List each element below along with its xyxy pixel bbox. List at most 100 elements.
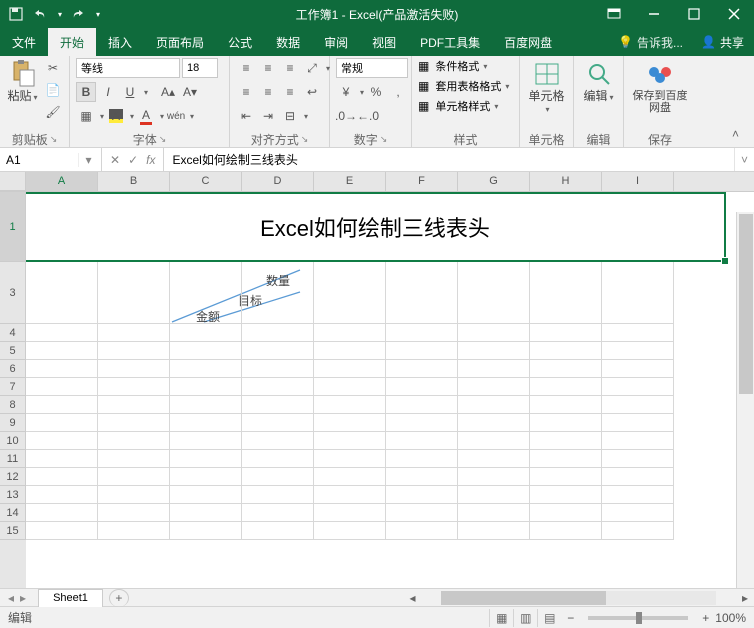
- cell[interactable]: [530, 324, 602, 342]
- normal-view-icon[interactable]: ▦: [489, 609, 513, 627]
- cell[interactable]: [458, 504, 530, 522]
- cell[interactable]: [170, 262, 242, 324]
- vertical-scrollbar[interactable]: [736, 212, 754, 588]
- share-button[interactable]: 👤共享: [691, 28, 754, 56]
- maximize-icon[interactable]: [674, 0, 714, 28]
- align-launcher[interactable]: ↘: [301, 134, 309, 145]
- cell[interactable]: [602, 360, 674, 378]
- cell[interactable]: [386, 324, 458, 342]
- col-header-A[interactable]: A: [26, 172, 98, 191]
- collapse-ribbon-icon[interactable]: ˄: [732, 127, 748, 143]
- tab-review[interactable]: 审阅: [312, 28, 360, 56]
- cell[interactable]: [386, 486, 458, 504]
- cell[interactable]: [602, 504, 674, 522]
- number-launcher[interactable]: ↘: [380, 134, 388, 145]
- cell[interactable]: [98, 360, 170, 378]
- cell[interactable]: [98, 378, 170, 396]
- tell-me[interactable]: 💡告诉我...: [610, 28, 691, 56]
- cell[interactable]: [314, 342, 386, 360]
- cell[interactable]: [458, 414, 530, 432]
- cell[interactable]: [170, 450, 242, 468]
- sheet-nav-last-icon[interactable]: ▸: [20, 591, 26, 605]
- cell[interactable]: [602, 450, 674, 468]
- cell[interactable]: [458, 324, 530, 342]
- cell[interactable]: [170, 360, 242, 378]
- tab-data[interactable]: 数据: [264, 28, 312, 56]
- tab-home[interactable]: 开始: [48, 28, 96, 56]
- cell[interactable]: [26, 414, 98, 432]
- cell[interactable]: [314, 450, 386, 468]
- col-header-E[interactable]: E: [314, 172, 386, 191]
- cell[interactable]: [458, 342, 530, 360]
- row-header-13[interactable]: 13: [0, 486, 26, 504]
- row-header-5[interactable]: 5: [0, 342, 26, 360]
- currency-icon[interactable]: ¥: [336, 82, 356, 102]
- number-format-combo[interactable]: [336, 58, 408, 78]
- cell[interactable]: [314, 468, 386, 486]
- page-layout-view-icon[interactable]: ▥: [513, 609, 537, 627]
- cancel-icon[interactable]: ✕: [110, 153, 120, 167]
- cell[interactable]: [26, 396, 98, 414]
- cell[interactable]: [242, 432, 314, 450]
- comma-icon[interactable]: ,: [388, 82, 408, 102]
- font-color-button[interactable]: A: [136, 106, 156, 126]
- cell[interactable]: [386, 262, 458, 324]
- hscroll-thumb[interactable]: [441, 591, 606, 605]
- sheet-tab[interactable]: Sheet1: [38, 589, 103, 607]
- cell[interactable]: [602, 378, 674, 396]
- cell[interactable]: [314, 262, 386, 324]
- font-launcher[interactable]: ↘: [159, 134, 167, 145]
- cell[interactable]: [242, 396, 314, 414]
- undo-icon[interactable]: [32, 6, 48, 22]
- qat-customize[interactable]: ▾: [96, 10, 100, 19]
- cell[interactable]: [314, 414, 386, 432]
- cell[interactable]: [170, 414, 242, 432]
- undo-dropdown[interactable]: ▾: [58, 10, 62, 19]
- ribbon-display-icon[interactable]: [594, 0, 634, 28]
- copy-icon[interactable]: 📄: [43, 80, 63, 100]
- tab-layout[interactable]: 页面布局: [144, 28, 216, 56]
- name-box[interactable]: ▾: [0, 148, 102, 171]
- cell[interactable]: [170, 504, 242, 522]
- cell[interactable]: [386, 504, 458, 522]
- cell[interactable]: [170, 486, 242, 504]
- cell[interactable]: [242, 342, 314, 360]
- cell[interactable]: [458, 522, 530, 540]
- increase-font-icon[interactable]: A▴: [158, 82, 178, 102]
- format-as-table-button[interactable]: ▦套用表格格式▾: [418, 78, 509, 94]
- cell[interactable]: [530, 450, 602, 468]
- cell[interactable]: [26, 468, 98, 486]
- wrap-text-icon[interactable]: ↩: [302, 82, 322, 102]
- cell[interactable]: [602, 342, 674, 360]
- col-header-B[interactable]: B: [98, 172, 170, 191]
- sheet-nav-first-icon[interactable]: ◂: [8, 591, 14, 605]
- cell[interactable]: [170, 432, 242, 450]
- decrease-decimal-icon[interactable]: ←.0: [358, 106, 378, 126]
- cell[interactable]: [242, 414, 314, 432]
- cell[interactable]: [530, 414, 602, 432]
- decrease-font-icon[interactable]: A▾: [180, 82, 200, 102]
- cell[interactable]: [386, 522, 458, 540]
- cell[interactable]: [242, 468, 314, 486]
- decrease-indent-icon[interactable]: ⇤: [236, 106, 256, 126]
- select-all-corner[interactable]: [0, 172, 26, 191]
- hscroll-left-icon[interactable]: ◂: [403, 589, 421, 607]
- row-header-15[interactable]: 15: [0, 522, 26, 540]
- cell[interactable]: [98, 486, 170, 504]
- clipboard-launcher[interactable]: ↘: [50, 134, 58, 145]
- save-baidu-button[interactable]: 保存到百度网盘: [630, 58, 690, 116]
- cell[interactable]: [602, 396, 674, 414]
- cell[interactable]: [98, 450, 170, 468]
- cell[interactable]: [98, 324, 170, 342]
- col-header-G[interactable]: G: [458, 172, 530, 191]
- cell[interactable]: [386, 342, 458, 360]
- cell[interactable]: [530, 432, 602, 450]
- vscroll-thumb[interactable]: [739, 214, 753, 394]
- row-header-3[interactable]: 3: [0, 262, 26, 324]
- cell[interactable]: [26, 360, 98, 378]
- zoom-out-icon[interactable]: −: [567, 611, 574, 625]
- cells-button[interactable]: 单元格▾: [526, 58, 567, 117]
- row-header-4[interactable]: 4: [0, 324, 26, 342]
- underline-button[interactable]: U: [120, 82, 140, 102]
- formula-bar[interactable]: [164, 148, 734, 171]
